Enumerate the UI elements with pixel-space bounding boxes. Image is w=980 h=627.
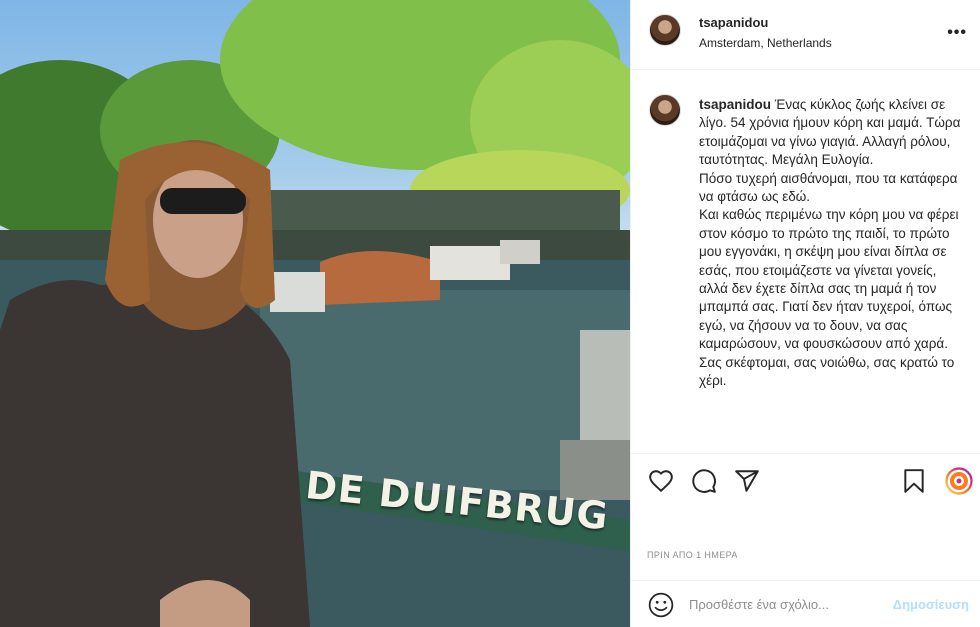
- post-header: tsapanidou Amsterdam, Netherlands •••: [631, 0, 980, 70]
- caption-paragraph: Πόσο τυχερή αισθάνομαι, που τα κατάφερα …: [699, 170, 958, 205]
- caption-area[interactable]: tsapanidou Ένας κύκλος ζωής κλείνει σε λ…: [631, 70, 980, 454]
- caption-paragraph: Σας σκέφτομαι, σας νοιώθω, σας κρατώ το …: [699, 354, 955, 389]
- post-side-panel: tsapanidou Amsterdam, Netherlands ••• ts…: [630, 0, 980, 627]
- post-caption: tsapanidou Ένας κύκλος ζωής κλείνει σε λ…: [699, 96, 969, 391]
- comment-bar: Δημοσίευση: [631, 580, 980, 627]
- post-timestamp[interactable]: ΠΡΙΝ ΑΠΟ 1 ΗΜΕΡΑ: [647, 550, 738, 560]
- photo-illustration: [0, 0, 630, 627]
- action-bar: [631, 454, 980, 506]
- comment-icon[interactable]: [691, 468, 717, 494]
- emoji-icon[interactable]: [648, 592, 674, 618]
- caption-avatar[interactable]: [649, 94, 681, 126]
- story-ring-icon[interactable]: [945, 467, 973, 495]
- avatar[interactable]: [649, 14, 681, 46]
- post-photo[interactable]: DE DUIFBRUG: [0, 0, 630, 627]
- comment-input[interactable]: [689, 593, 889, 615]
- caption-paragraph: Και καθώς περιμένω την κόρη μου να φέρει…: [699, 207, 959, 352]
- header-username[interactable]: tsapanidou: [699, 15, 768, 30]
- heart-icon[interactable]: [648, 468, 674, 494]
- more-options-icon[interactable]: •••: [947, 24, 967, 42]
- post-comment-button[interactable]: Δημοσίευση: [893, 597, 969, 612]
- send-icon[interactable]: [734, 468, 760, 494]
- caption-paragraph: tsapanidou Ένας κύκλος ζωής κλείνει σε λ…: [699, 96, 969, 170]
- bookmark-icon[interactable]: [901, 468, 927, 494]
- header-location[interactable]: Amsterdam, Netherlands: [699, 36, 832, 50]
- caption-username[interactable]: tsapanidou: [699, 97, 771, 112]
